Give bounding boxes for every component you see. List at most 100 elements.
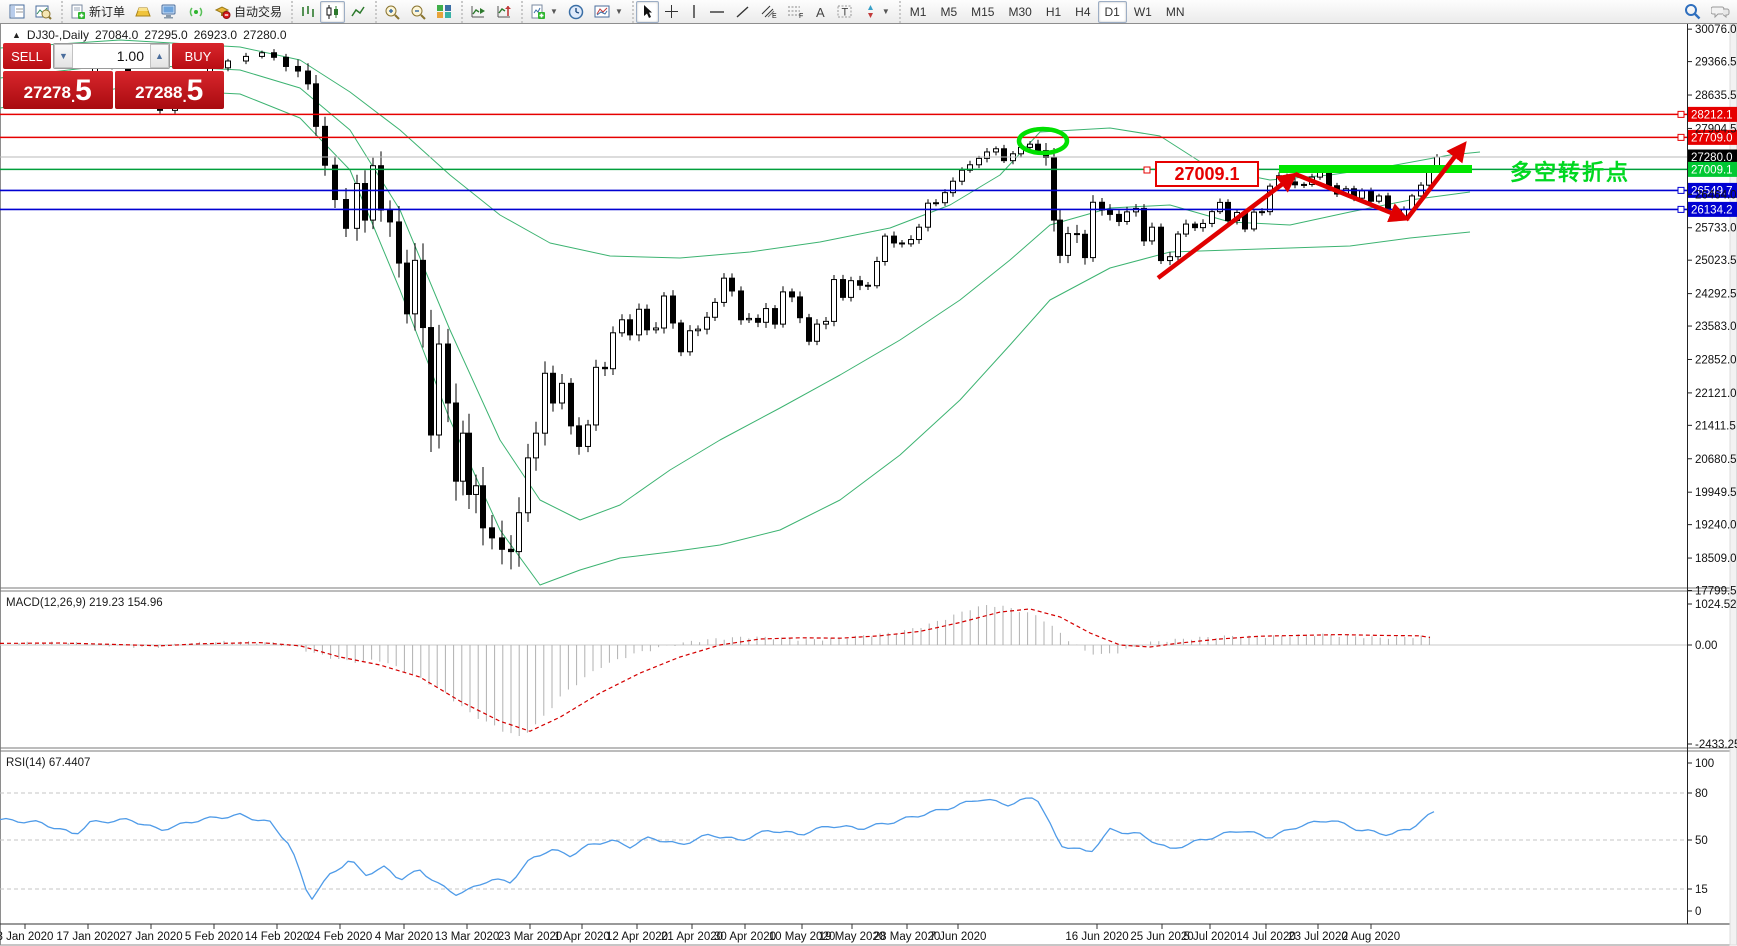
sell-button[interactable]: SELL <box>3 43 51 69</box>
candle-body <box>1057 219 1063 256</box>
candlestick-chart-icon[interactable] <box>320 0 346 23</box>
auto-scroll-icon[interactable] <box>465 1 491 23</box>
timeframe-M1[interactable]: M1 <box>903 1 934 23</box>
text-label-tool[interactable]: T <box>832 1 858 23</box>
candle-body <box>428 327 434 436</box>
line-chart-icon[interactable] <box>345 1 371 23</box>
axis-tick-label: 25023.5 <box>1695 255 1737 267</box>
fibonacci-tool[interactable]: F <box>782 1 809 23</box>
line-handle[interactable] <box>1677 133 1685 141</box>
horizontal-line-tool[interactable] <box>704 1 730 23</box>
data-window-icon[interactable] <box>30 1 57 23</box>
candle-body <box>687 330 693 353</box>
candle-body <box>755 317 761 323</box>
candle-body <box>619 319 625 334</box>
autotrading-label: 自动交易 <box>234 5 283 19</box>
date-label: 14 Feb 2020 <box>245 931 310 943</box>
candle-body <box>378 165 384 211</box>
turning-point-annotation[interactable]: 多空转折点 <box>1510 155 1630 187</box>
crosshair-tool[interactable] <box>659 1 684 23</box>
candle-body <box>738 290 744 321</box>
date-label: 16 Jun 2020 <box>1065 931 1128 943</box>
candle-body <box>585 424 591 447</box>
line-handle[interactable] <box>1677 205 1685 213</box>
gold-icon[interactable] <box>130 1 156 23</box>
timeframe-M5[interactable]: M5 <box>933 1 964 23</box>
axis-tick-label: 19240.0 <box>1695 520 1737 532</box>
candle-body <box>746 317 752 321</box>
volume-increase-button[interactable]: ▲ <box>150 44 169 68</box>
candle-body <box>831 279 837 322</box>
candle-body <box>1368 190 1374 202</box>
tile-windows-icon[interactable] <box>431 1 457 23</box>
date-label: 23 Jul 2020 <box>1288 931 1347 943</box>
buy-price-button[interactable]: 27288. 5 <box>114 71 224 109</box>
timeframe-W1[interactable]: W1 <box>1127 1 1159 23</box>
buy-button[interactable]: BUY <box>172 43 224 69</box>
market-watch-icon[interactable] <box>4 1 30 23</box>
signals-icon[interactable] <box>183 1 209 23</box>
callout-handle[interactable] <box>1143 166 1151 174</box>
candle-body <box>908 239 914 245</box>
zoom-in-icon[interactable] <box>379 1 405 23</box>
timeframe-M15[interactable]: M15 <box>964 1 1001 23</box>
profiles-button[interactable]: ▼ <box>589 1 628 23</box>
bar-chart-icon[interactable] <box>295 1 320 23</box>
candle-body <box>1385 195 1391 210</box>
timeframe-D1[interactable]: D1 <box>1097 0 1127 23</box>
candle-body <box>453 402 459 482</box>
sell-price-button[interactable]: 27278. 5 <box>3 71 113 109</box>
axis-tick-label: 29366.5 <box>1695 57 1737 69</box>
candle-body <box>916 226 922 241</box>
chart-window-frame <box>0 23 1737 946</box>
candle-body <box>1116 213 1122 222</box>
period-clock-icon[interactable] <box>563 1 589 23</box>
candle-body <box>1359 190 1365 199</box>
equidistant-channel-tool[interactable]: E <box>755 1 782 23</box>
axis-tick-label: -2433.25 <box>1695 739 1737 751</box>
line-handle[interactable] <box>1677 186 1685 194</box>
cursor-tool[interactable] <box>635 0 659 23</box>
timeframe-MN[interactable]: MN <box>1159 1 1192 23</box>
candle-body <box>644 308 650 331</box>
trendline-tool[interactable] <box>730 1 755 23</box>
candle-body <box>1035 143 1041 152</box>
candle-body <box>704 316 710 330</box>
new-order-button[interactable]: 新订单 <box>65 1 130 23</box>
svg-text:E: E <box>772 13 777 19</box>
new-chart-button[interactable]: ▼ <box>525 1 563 23</box>
date-label: 5 Feb 2020 <box>185 931 243 943</box>
volume-input[interactable]: 1.00 <box>73 44 150 68</box>
candle-body <box>542 372 548 434</box>
line-handle[interactable] <box>1677 110 1685 118</box>
vertical-line-tool[interactable] <box>684 1 704 23</box>
buy-price-pip: 5 <box>186 74 204 107</box>
volume-decrease-button[interactable]: ▼ <box>54 44 73 68</box>
text-tool[interactable]: A <box>809 1 832 23</box>
timeframe-H1[interactable]: H1 <box>1039 1 1068 23</box>
arrows-tool[interactable]: ▼ <box>858 1 895 23</box>
search-icon[interactable] <box>1679 1 1706 23</box>
candle-body <box>243 55 249 62</box>
candle-body <box>636 308 642 336</box>
candle-body <box>305 70 311 85</box>
chat-icon[interactable] <box>1706 1 1735 23</box>
terminal-icon[interactable] <box>156 1 183 23</box>
candle-body <box>933 202 939 205</box>
chart-canvas[interactable]: 28212.127709.027280.027009.126549.726134… <box>0 0 1737 946</box>
timeframe-H4[interactable]: H4 <box>1068 1 1097 23</box>
sell-price-pip: 5 <box>75 74 92 107</box>
chart-shift-icon[interactable] <box>491 1 517 23</box>
timeframe-M30[interactable]: M30 <box>1001 1 1038 23</box>
axis-tick-label: 28635.5 <box>1695 90 1737 102</box>
candle-body <box>525 457 531 514</box>
level-callout-label[interactable]: 27009.1 <box>1155 161 1259 187</box>
autotrading-button[interactable]: 自动交易 <box>209 1 287 23</box>
candle-body <box>499 537 505 550</box>
candle-body <box>891 235 897 244</box>
zoom-out-icon[interactable] <box>405 1 431 23</box>
candle-body <box>865 284 871 287</box>
svg-text:A: A <box>816 5 825 19</box>
axis-tick-label: 24292.5 <box>1695 289 1737 301</box>
candle-body <box>1175 233 1181 258</box>
